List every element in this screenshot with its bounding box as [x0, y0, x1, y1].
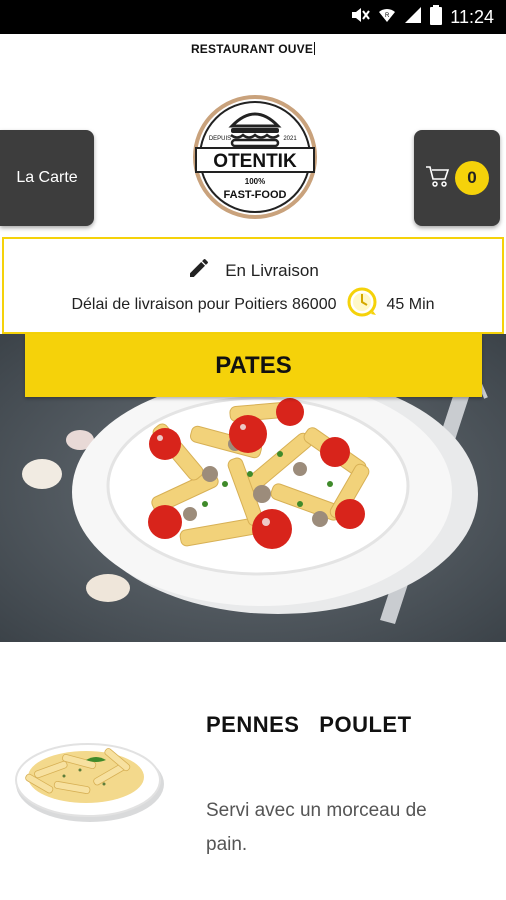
logo-since-right: 2021 — [283, 136, 297, 142]
product-thumbnail[interactable] — [14, 740, 166, 824]
cart-count-badge: 0 — [455, 161, 489, 195]
status-bar: R 11:24 — [0, 0, 506, 34]
delivery-info-label: Délai de livraison pour Poitiers 86000 — [71, 295, 337, 313]
product-description: Servi avec un morceau de pain. — [206, 800, 427, 855]
text-cursor — [314, 42, 316, 55]
pencil-icon[interactable] — [187, 256, 211, 285]
product-name[interactable]: PENNES POULET — [206, 712, 412, 738]
category-title: PATES — [215, 351, 292, 379]
menu-button[interactable]: La Carte — [0, 130, 94, 226]
battery-icon — [430, 4, 443, 30]
delivery-time: 45 Min — [386, 295, 435, 313]
delivery-info-box[interactable]: En Livraison Délai de livraison pour Poi… — [2, 237, 504, 334]
wifi-icon: R — [378, 6, 396, 29]
delivery-mode[interactable]: En Livraison — [4, 256, 502, 285]
restaurant-status: RESTAURANT OUVE — [0, 42, 506, 56]
logo-subline: 100% — [245, 177, 265, 186]
cart-icon — [425, 164, 451, 193]
mute-icon — [350, 6, 371, 29]
logo-brand-text: OTENTIK — [213, 151, 297, 172]
logo-tagline: FAST-FOOD — [224, 189, 287, 201]
cart-button[interactable]: 0 — [414, 130, 500, 226]
restaurant-status-label: RESTAURANT OUVE — [190, 42, 314, 56]
category-banner[interactable]: PATES — [25, 334, 482, 397]
status-icons: R 11:24 — [350, 0, 494, 34]
signal-icon — [404, 6, 422, 29]
menu-button-label: La Carte — [16, 169, 78, 186]
delivery-mode-label: En Livraison — [225, 260, 319, 280]
clock-icon — [345, 285, 379, 324]
restaurant-logo: OTENTIK DEPUIS 2021 100% FAST-FOOD — [190, 94, 320, 220]
status-time: 11:24 — [450, 6, 494, 27]
delivery-time-info: Délai de livraison pour Poitiers 86000 4… — [4, 285, 502, 324]
svg-text:R: R — [385, 13, 390, 19]
logo-since-left: DEPUIS — [209, 136, 231, 142]
